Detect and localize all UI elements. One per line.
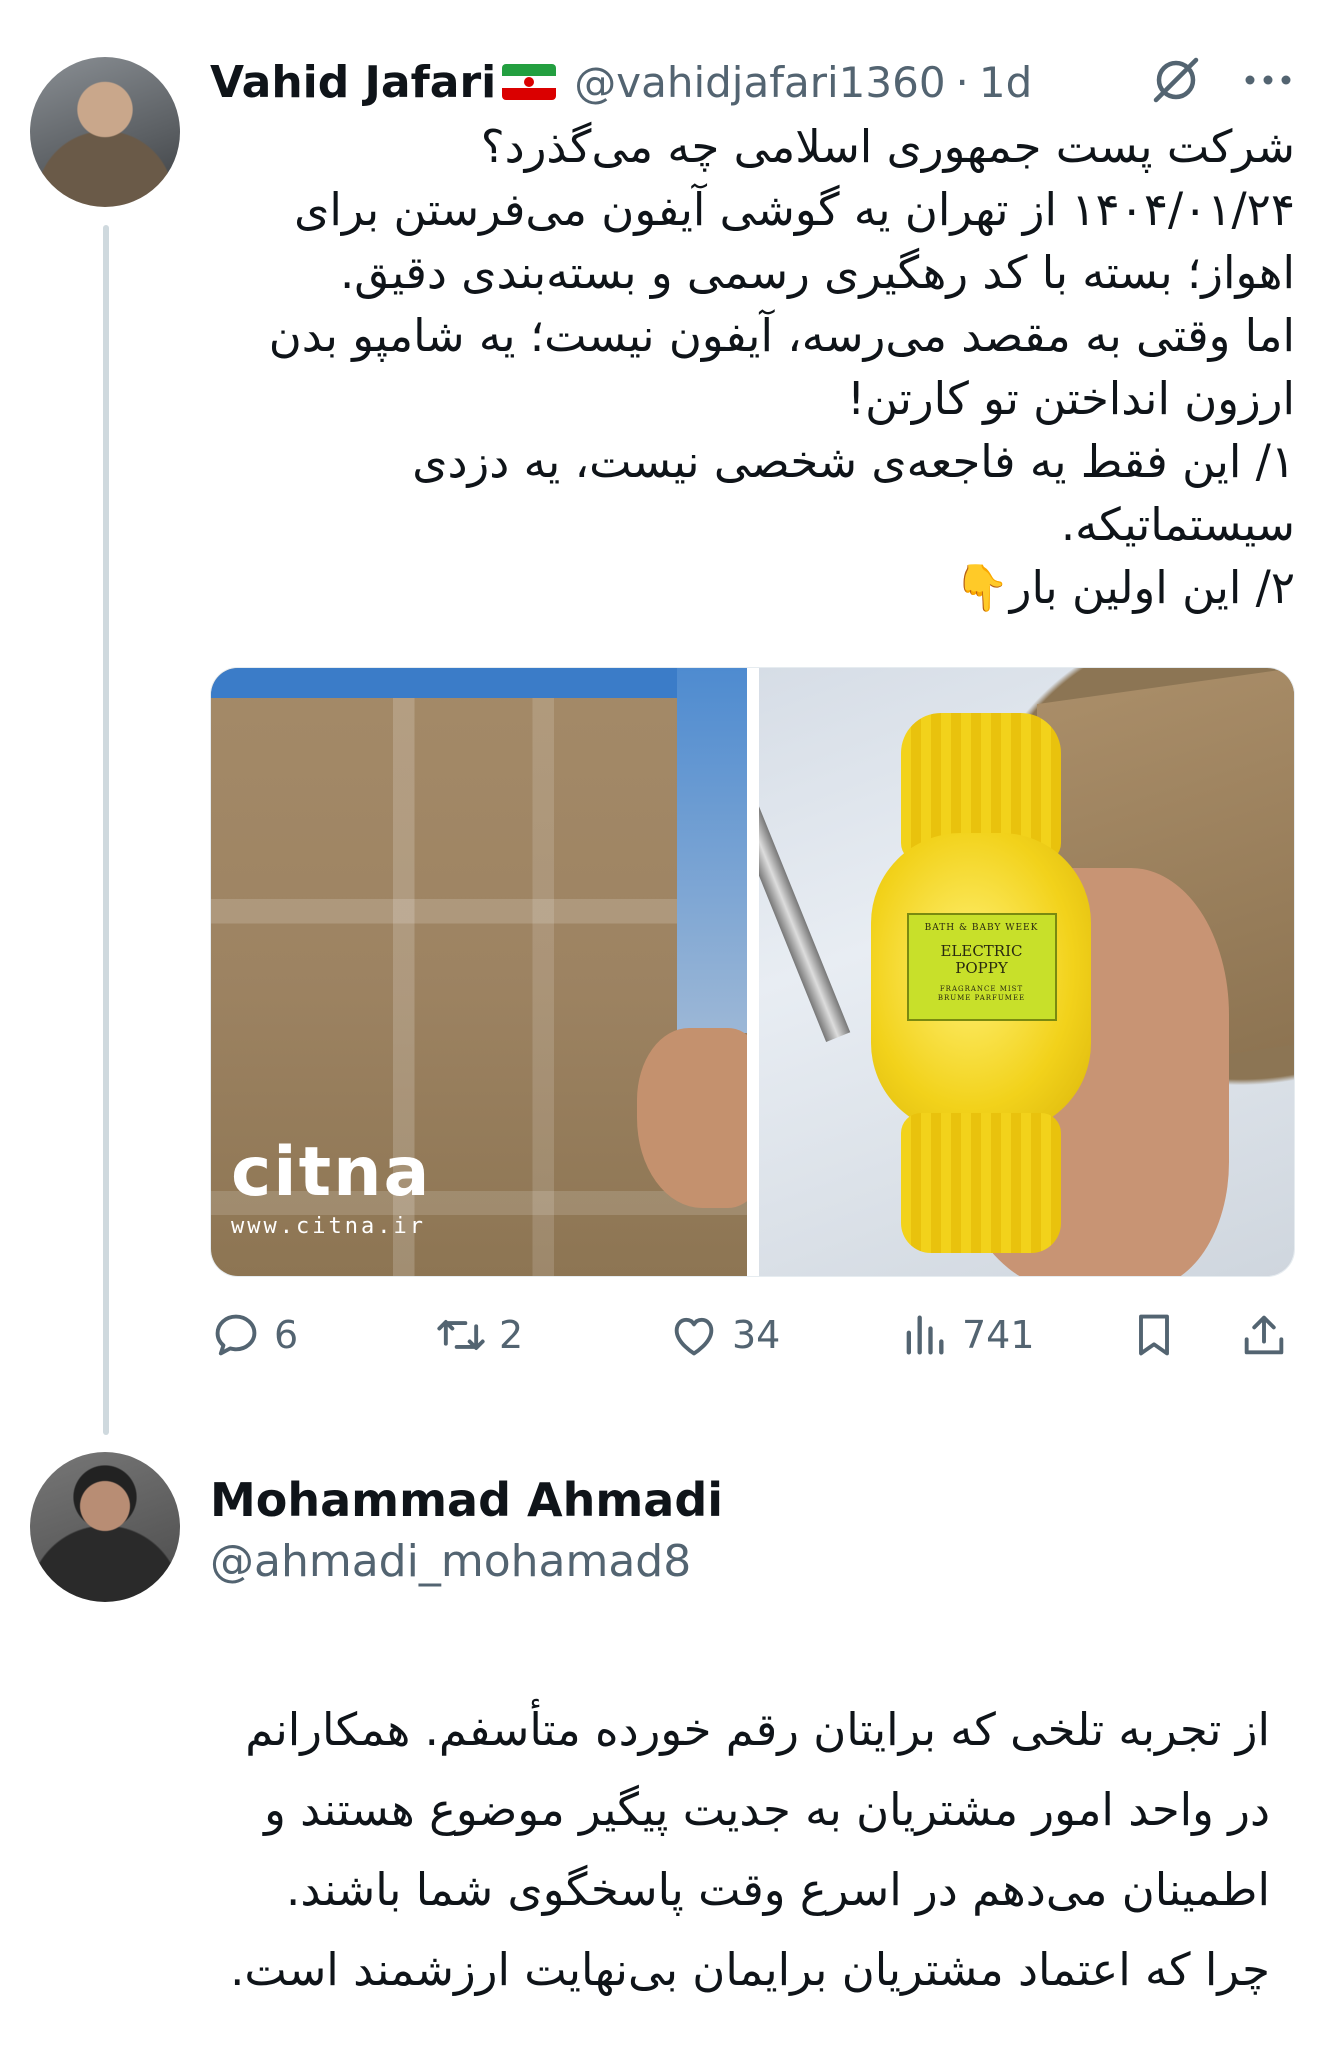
- reply-icon: [215, 1314, 257, 1356]
- reply-author-avatar[interactable]: [30, 1452, 180, 1602]
- views-button[interactable]: 741: [898, 1305, 1035, 1365]
- tweet-media: citna www.citna.ir BATH & BABY WEEK ELEC…: [210, 667, 1295, 1277]
- tweet-text-line: ۱۴۰۴/۰۱/۲۴ از تهران یه گوشی آیفون می‌فرس…: [294, 183, 1295, 236]
- media-photo-bottle[interactable]: BATH & BABY WEEK ELECTRIC POPPY FRAGRANC…: [758, 668, 1294, 1276]
- reply-count: 6: [274, 1313, 299, 1357]
- tweet-text-line: اهواز؛ بسته با کد رهگیری رسمی و بسته‌بند…: [339, 246, 1295, 299]
- reply-text-line: از تجربه تلخی که برایتان رقم خورده متأسف…: [245, 1703, 1270, 1756]
- author-avatar[interactable]: [30, 57, 180, 207]
- bottle-label: BATH & BABY WEEK ELECTRIC POPPY FRAGRANC…: [906, 913, 1057, 1021]
- reply-author-handle[interactable]: @ahmadi_mohamad8: [210, 1532, 723, 1592]
- citna-url: www.citna.ir: [231, 1214, 426, 1239]
- tweet-header: Vahid Jafari @vahidjafari1360 · 1d: [210, 52, 1032, 112]
- separator-dot: ·: [955, 57, 969, 107]
- label-subtitle: FRAGRANCE MIST BRUME PARFUMEE: [909, 985, 1055, 1003]
- label-sub-line: BRUME PARFUMEE: [937, 994, 1026, 1002]
- bookmark-icon: [1139, 1314, 1169, 1356]
- label-brand: BATH & BABY WEEK: [924, 923, 1039, 933]
- like-count: 34: [732, 1313, 781, 1357]
- grok-icon[interactable]: [1148, 52, 1204, 108]
- reply-text-line: چرا که اعتماد مشتریان برایمان بی‌نهایت ا…: [230, 1943, 1270, 1996]
- share-button[interactable]: [1238, 1305, 1290, 1365]
- reply-author-name[interactable]: Mohammad Ahmadi: [210, 1470, 723, 1530]
- like-button[interactable]: 34: [668, 1305, 780, 1365]
- tweet-text-line: شرکت پست جمهوری اسلامی چه می‌گذرد؟: [480, 120, 1295, 173]
- tweet-text-line: ۲/ این اولین بار👇: [953, 561, 1295, 614]
- label-product-name: ELECTRIC POPPY: [909, 943, 1055, 977]
- reply-text: از تجربه تلخی که برایتان رقم خورده متأسف…: [60, 1690, 1270, 2010]
- label-name-line: ELECTRIC: [940, 942, 1023, 960]
- label-sub-line: FRAGRANCE MIST: [939, 985, 1024, 993]
- photo-pen: [758, 754, 850, 1042]
- tweet-actions: 6 2 34 741: [210, 1305, 1295, 1365]
- share-icon: [1244, 1315, 1284, 1355]
- tweet-text-line: ۱/ این فقط یه فاجعه‌ی شخصی نیست، یه دزدی: [412, 435, 1295, 488]
- tweet-text: شرکت پست جمهوری اسلامی چه می‌گذرد؟ ۱۴۰۴/…: [210, 115, 1295, 619]
- reply-text-line: در واحد امور مشتریان به جدیت پیگیر موضوع…: [264, 1783, 1270, 1836]
- bottle-base: [900, 1113, 1061, 1253]
- iran-flag-icon: [502, 64, 557, 100]
- more-options-icon[interactable]: [1240, 60, 1296, 100]
- citna-logo: citna: [231, 1133, 432, 1212]
- photo-background-side: [676, 668, 747, 1033]
- photo-background: [211, 668, 747, 698]
- label-name-line: POPPY: [955, 959, 1008, 977]
- retweet-count: 2: [499, 1313, 524, 1357]
- author-handle[interactable]: @vahidjafari1360: [574, 58, 945, 107]
- author-name[interactable]: Vahid Jafari: [210, 57, 496, 108]
- reply-text-line: اطمینان می‌دهم در اسرع وقت پاسخگوی شما ب…: [286, 1863, 1270, 1916]
- tweet-text-line: سیستماتیکه.: [1060, 498, 1295, 551]
- media-photo-box[interactable]: citna www.citna.ir: [211, 668, 747, 1276]
- thread-line: [103, 225, 109, 1435]
- photo-hand: [636, 1028, 747, 1208]
- reply-header: Mohammad Ahmadi @ahmadi_mohamad8: [210, 1470, 723, 1592]
- tweet-text-line: اما وقتی به مقصد می‌رسه، آیفون نیست؛ یه …: [268, 309, 1295, 362]
- heart-icon: [674, 1317, 714, 1356]
- citna-watermark: citna www.citna.ir: [231, 1133, 432, 1240]
- reply-button[interactable]: 6: [210, 1305, 298, 1365]
- views-count: 741: [962, 1313, 1035, 1357]
- tweet-text-line: ارزون انداختن تو کارتن!: [847, 372, 1295, 425]
- bookmark-button[interactable]: [1128, 1305, 1180, 1365]
- retweet-icon: [437, 1320, 485, 1350]
- views-icon: [906, 1315, 944, 1355]
- tweet-timestamp[interactable]: 1d: [979, 58, 1032, 107]
- fragrance-bottle: BATH & BABY WEEK ELECTRIC POPPY FRAGRANC…: [870, 713, 1091, 1253]
- retweet-button[interactable]: 2: [435, 1305, 523, 1365]
